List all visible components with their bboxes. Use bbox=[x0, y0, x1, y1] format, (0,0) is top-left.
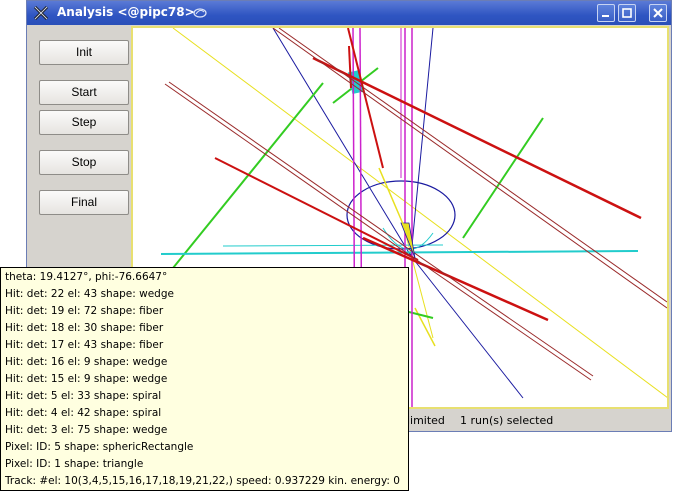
title-bar[interactable]: Analysis <@pipc78> bbox=[27, 1, 671, 25]
dark-red-track bbox=[164, 83, 412, 257]
hit-info-tooltip: theta: 19.4127°, phi:-76.6647° Hit: det:… bbox=[0, 267, 409, 491]
dark-red-track bbox=[410, 255, 592, 381]
red-track bbox=[214, 157, 419, 261]
step-button[interactable]: Step bbox=[39, 110, 129, 135]
minimize-button[interactable] bbox=[597, 4, 615, 22]
close-icon bbox=[653, 8, 663, 18]
dark-red-track bbox=[272, 28, 667, 309]
tooltip-line: Hit: det: 17 el: 43 shape: fiber bbox=[5, 339, 164, 351]
yellow-detector-line bbox=[378, 167, 404, 225]
swirl-icon bbox=[193, 8, 207, 18]
init-button[interactable]: Init bbox=[39, 40, 129, 65]
tooltip-line: Hit: det: 22 el: 43 shape: wedge bbox=[5, 288, 174, 300]
tooltip-line: Hit: det: 16 el: 9 shape: wedge bbox=[5, 356, 168, 368]
stop-button[interactable]: Stop bbox=[39, 150, 129, 175]
minimize-icon bbox=[602, 15, 609, 17]
tooltip-line: Hit: det: 3 el: 75 shape: wedge bbox=[5, 424, 168, 436]
tooltip-line: Pixel: ID: 5 shape: sphericRectangle bbox=[5, 441, 194, 453]
x-logo-icon[interactable] bbox=[33, 5, 49, 21]
tooltip-line: theta: 19.4127°, phi:-76.6647° bbox=[5, 271, 168, 283]
tooltip-line: Hit: det: 4 el: 42 shape: spiral bbox=[5, 407, 162, 419]
final-button[interactable]: Final bbox=[39, 190, 129, 215]
tooltip-line: Hit: det: 15 el: 9 shape: wedge bbox=[5, 373, 168, 385]
dark-red-track bbox=[412, 251, 594, 377]
maximize-button[interactable] bbox=[618, 4, 636, 22]
blue-track bbox=[410, 28, 434, 257]
tooltip-line: Hit: det: 5 el: 33 shape: spiral bbox=[5, 390, 162, 402]
tooltip-line: Hit: det: 18 el: 30 shape: fiber bbox=[5, 322, 164, 334]
status-runs: 1 run(s) selected bbox=[460, 414, 554, 427]
tooltip-line: Hit: det: 19 el: 72 shape: fiber bbox=[5, 305, 164, 317]
window-title: Analysis <@pipc78> bbox=[57, 5, 195, 19]
tooltip-line: Track: #el: 10(3,4,5,15,16,17,18,19,21,2… bbox=[5, 475, 400, 487]
dark-red-track bbox=[278, 28, 667, 303]
start-button[interactable]: Start bbox=[39, 80, 129, 105]
maximize-icon bbox=[622, 8, 632, 18]
close-button[interactable] bbox=[649, 4, 667, 22]
tooltip-line: Pixel: ID: 1 shape: triangle bbox=[5, 458, 144, 470]
